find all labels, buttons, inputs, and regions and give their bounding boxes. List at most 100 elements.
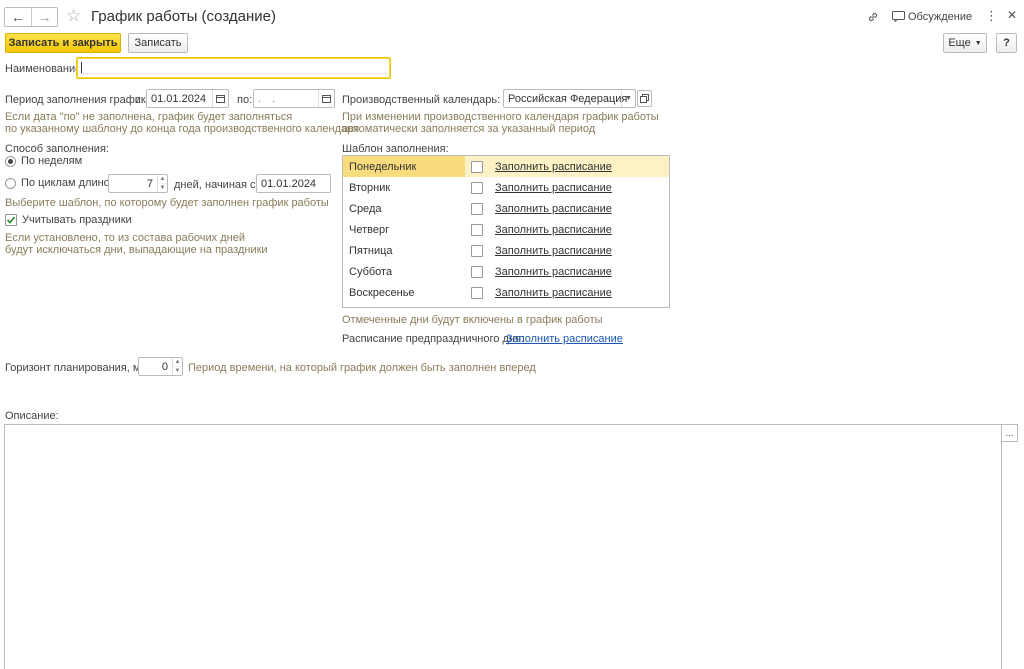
favorite-star-icon[interactable]: ☆ xyxy=(66,7,81,25)
schedule-row-saturday[interactable]: Суббота Заполнить расписание xyxy=(343,261,669,282)
open-calendar-button[interactable] xyxy=(637,90,652,107)
period-from-value: 01.01.2024 xyxy=(151,92,207,105)
starting-label: начиная с: xyxy=(205,179,259,191)
days-label: дней, xyxy=(174,179,202,191)
discussion-icon[interactable] xyxy=(892,11,905,22)
more-button[interactable]: Еще ▼ xyxy=(943,33,987,53)
horizon-label: Горизонт планирования, мес.: xyxy=(5,362,159,374)
schedule-row-tuesday[interactable]: Вторник Заполнить расписание xyxy=(343,177,669,198)
holidays-hint-1: Если установлено, то из состава рабочих … xyxy=(5,232,245,244)
holidays-label: Учитывать праздники xyxy=(22,214,132,226)
fill-schedule-link[interactable]: Заполнить расписание xyxy=(495,161,612,173)
fill-schedule-link[interactable]: Заполнить расписание xyxy=(495,245,612,257)
back-button[interactable]: ← xyxy=(5,8,31,26)
day-checkbox[interactable] xyxy=(471,181,483,194)
production-calendar-label: Производственный календарь: xyxy=(342,94,501,106)
fill-schedule-link[interactable]: Заполнить расписание xyxy=(495,287,612,299)
calendar-icon xyxy=(216,95,225,103)
description-open-button[interactable]: ... xyxy=(1001,424,1018,442)
period-from-input[interactable]: 01.01.2024 xyxy=(146,89,229,108)
day-name: Воскресенье xyxy=(349,286,415,299)
help-button[interactable]: ? xyxy=(996,33,1017,53)
schedule-row-wednesday[interactable]: Среда Заполнить расписание xyxy=(343,198,669,219)
stepper-down-icon[interactable]: ▼ xyxy=(173,366,182,375)
description-label: Описание: xyxy=(5,410,59,422)
chevron-down-icon: ▼ xyxy=(974,39,982,47)
calendar-icon xyxy=(322,95,331,103)
fill-method-hint: Выберите шаблон, по которому будет запол… xyxy=(5,197,329,209)
radio-by-cycles[interactable]: По циклам длиной xyxy=(5,177,116,189)
holidays-checkbox[interactable] xyxy=(5,214,17,226)
template-label: Шаблон заполнения: xyxy=(342,143,449,155)
day-checkbox[interactable] xyxy=(471,265,483,278)
cycle-length-value: 7 xyxy=(146,177,153,190)
period-to-label: по: xyxy=(237,94,253,106)
close-icon[interactable]: ✕ xyxy=(1007,8,1017,22)
forward-button[interactable]: → xyxy=(30,8,57,26)
cycle-length-input[interactable]: 7 ▲ ▼ xyxy=(108,174,168,193)
chevron-down-icon[interactable]: ▼ xyxy=(621,90,635,107)
day-checkbox[interactable] xyxy=(471,223,483,236)
fill-schedule-link[interactable]: Заполнить расписание xyxy=(495,182,612,194)
schedule-row-thursday[interactable]: Четверг Заполнить расписание xyxy=(343,219,669,240)
save-and-close-button[interactable]: Записать и закрыть xyxy=(5,33,121,53)
name-input[interactable] xyxy=(76,57,391,79)
more-label: Еще xyxy=(948,37,971,49)
fill-schedule-link[interactable]: Заполнить расписание xyxy=(495,203,612,215)
discussion-button[interactable]: Обсуждение xyxy=(908,11,972,23)
horizon-value: 0 xyxy=(161,360,168,373)
checkmark-icon xyxy=(6,216,16,224)
stepper-up-icon[interactable]: ▲ xyxy=(158,175,167,183)
holidays-hint-2: будут исключаться дни, выпадающие на пра… xyxy=(5,244,268,256)
stepper-up-icon[interactable]: ▲ xyxy=(173,358,182,366)
stepper-down-icon[interactable]: ▼ xyxy=(158,183,167,192)
preholiday-fill-link[interactable]: Заполнить расписание xyxy=(506,333,623,345)
horizon-hint: Период времени, на который график должен… xyxy=(188,362,536,374)
schedule-row-sunday[interactable]: Воскресенье Заполнить расписание xyxy=(343,282,669,303)
radio-by-weeks[interactable]: По неделям xyxy=(5,155,82,167)
period-label: Период заполнения графика xyxy=(5,94,153,106)
day-name: Четверг xyxy=(349,223,390,236)
radio-by-cycles-label: По циклам длиной xyxy=(21,177,116,189)
schedule-table: Понедельник Заполнить расписание Вторник… xyxy=(342,155,670,308)
save-button[interactable]: Записать xyxy=(128,33,188,53)
day-name: Понедельник xyxy=(343,156,465,177)
horizon-stepper[interactable]: ▲ ▼ xyxy=(172,358,182,375)
schedule-row-monday[interactable]: Понедельник Заполнить расписание xyxy=(343,156,669,177)
day-checkbox[interactable] xyxy=(471,286,483,299)
calendar-button[interactable] xyxy=(318,90,334,107)
navigation-buttons: ← → xyxy=(4,7,58,27)
day-checkbox[interactable] xyxy=(471,160,483,173)
fill-schedule-link[interactable]: Заполнить расписание xyxy=(495,266,612,278)
open-window-icon xyxy=(640,94,649,103)
radio-by-weeks-label: По неделям xyxy=(21,155,83,167)
description-textarea[interactable] xyxy=(4,424,1002,669)
period-to-input[interactable]: . . xyxy=(253,89,335,108)
schedule-row-friday[interactable]: Пятница Заполнить расписание xyxy=(343,240,669,261)
horizon-input[interactable]: 0 ▲ ▼ xyxy=(138,357,183,376)
link-icon[interactable] xyxy=(866,10,880,24)
production-calendar-hint-1: При изменении производственного календар… xyxy=(342,111,659,123)
cycle-length-stepper[interactable]: ▲ ▼ xyxy=(157,175,167,192)
day-checkbox[interactable] xyxy=(471,202,483,215)
calendar-button[interactable] xyxy=(212,90,228,107)
template-hint: Отмеченные дни будут включены в график р… xyxy=(342,314,603,326)
period-to-value: . . xyxy=(258,92,280,105)
day-name: Пятница xyxy=(349,244,393,257)
fill-method-label: Способ заполнения: xyxy=(5,143,109,155)
kebab-menu-icon[interactable]: ⋮ xyxy=(985,9,998,23)
radio-by-weeks-indicator[interactable] xyxy=(5,155,16,167)
name-label: Наименование: xyxy=(5,63,85,75)
fill-schedule-link[interactable]: Заполнить расписание xyxy=(495,224,612,236)
arrow-right-icon: → xyxy=(37,9,52,25)
day-checkbox[interactable] xyxy=(471,244,483,257)
holidays-checkbox-row[interactable]: Учитывать праздники xyxy=(5,214,132,226)
day-name: Среда xyxy=(349,202,382,215)
day-name: Вторник xyxy=(349,181,391,194)
production-calendar-select[interactable]: Российская Федерация ▼ xyxy=(503,89,636,108)
day-name: Суббота xyxy=(349,265,393,278)
production-calendar-hint-2: автоматически заполняется за указанный п… xyxy=(342,123,596,135)
cycle-start-input[interactable]: 01.01.2024 xyxy=(256,174,331,193)
radio-by-cycles-indicator[interactable] xyxy=(5,177,16,189)
preholiday-label: Расписание предпраздничного дня: xyxy=(342,333,524,345)
